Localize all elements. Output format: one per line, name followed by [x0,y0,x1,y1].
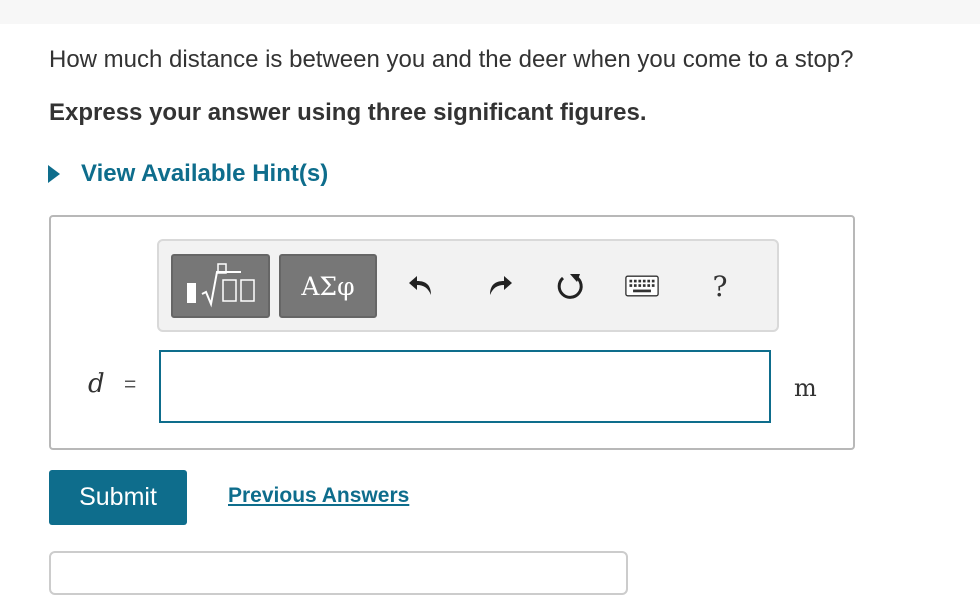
help-button[interactable]: ? [703,269,737,303]
view-hints-label: View Available Hint(s) [81,160,329,187]
fraction-radical-template-icon [187,263,255,308]
submit-button[interactable]: Submit [49,470,187,525]
answer-panel: ΑΣφ ? d = m [49,215,855,450]
instruction-text: Express your answer using three signific… [49,99,647,126]
redo-icon[interactable] [483,269,517,303]
answer-input[interactable] [159,350,771,423]
view-hints-toggle[interactable]: View Available Hint(s) [48,160,328,188]
equals-sign: = [124,373,137,396]
question-text: How much distance is between you and the… [49,46,854,73]
undo-icon[interactable] [404,269,438,303]
next-panel [49,551,628,595]
variable-label: d [88,369,105,399]
keyboard-icon[interactable] [625,269,659,303]
math-toolbar: ΑΣφ ? [157,239,779,332]
template-button[interactable] [171,254,270,318]
reset-icon[interactable] [553,269,587,303]
greek-symbols-button[interactable]: ΑΣφ [279,254,377,318]
unit-label: m [794,374,817,402]
caret-right-icon [48,165,60,183]
top-strip [0,0,980,24]
previous-answers-link[interactable]: Previous Answers [228,484,409,508]
